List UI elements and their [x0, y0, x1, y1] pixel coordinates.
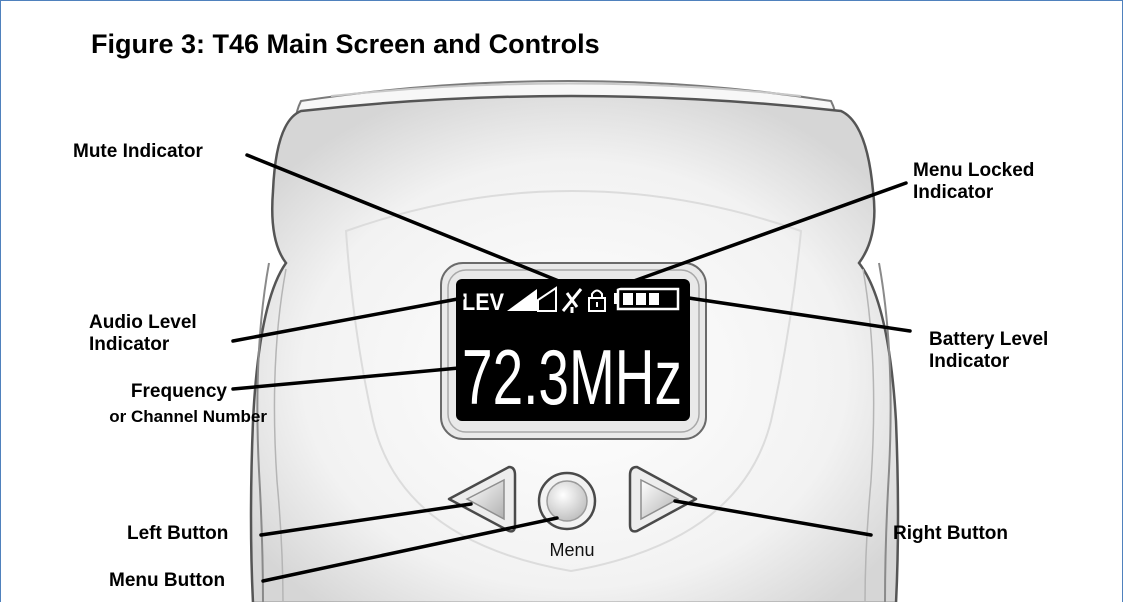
- lcd-frequency-readout: 72.3MHz: [462, 333, 682, 421]
- label-menu-locked-indicator: Menu Locked Indicator: [913, 160, 1035, 203]
- figure-canvas: LEV 72.3MHz Menu Figure 3: T46 Main Scre…: [0, 0, 1123, 602]
- label-right-button: Right Button: [893, 523, 1009, 544]
- device-illustration: LEV 72.3MHz Menu: [231, 80, 912, 602]
- label-menu-button: Menu Button: [109, 570, 226, 591]
- figure-title: Figure 3: T46 Main Screen and Controls: [91, 29, 600, 59]
- lcd-level-tag: LEV: [462, 289, 504, 316]
- label-battery-level-indicator: Battery Level Indicator: [929, 329, 1049, 372]
- menu-button-label: Menu: [549, 540, 594, 560]
- label-left-button: Left Button: [127, 523, 229, 544]
- label-audio-level-indicator: Audio Level Indicator: [89, 312, 197, 355]
- label-mute-indicator: Mute Indicator: [73, 141, 203, 162]
- label-frequency: Frequency or Channel Number: [109, 381, 267, 426]
